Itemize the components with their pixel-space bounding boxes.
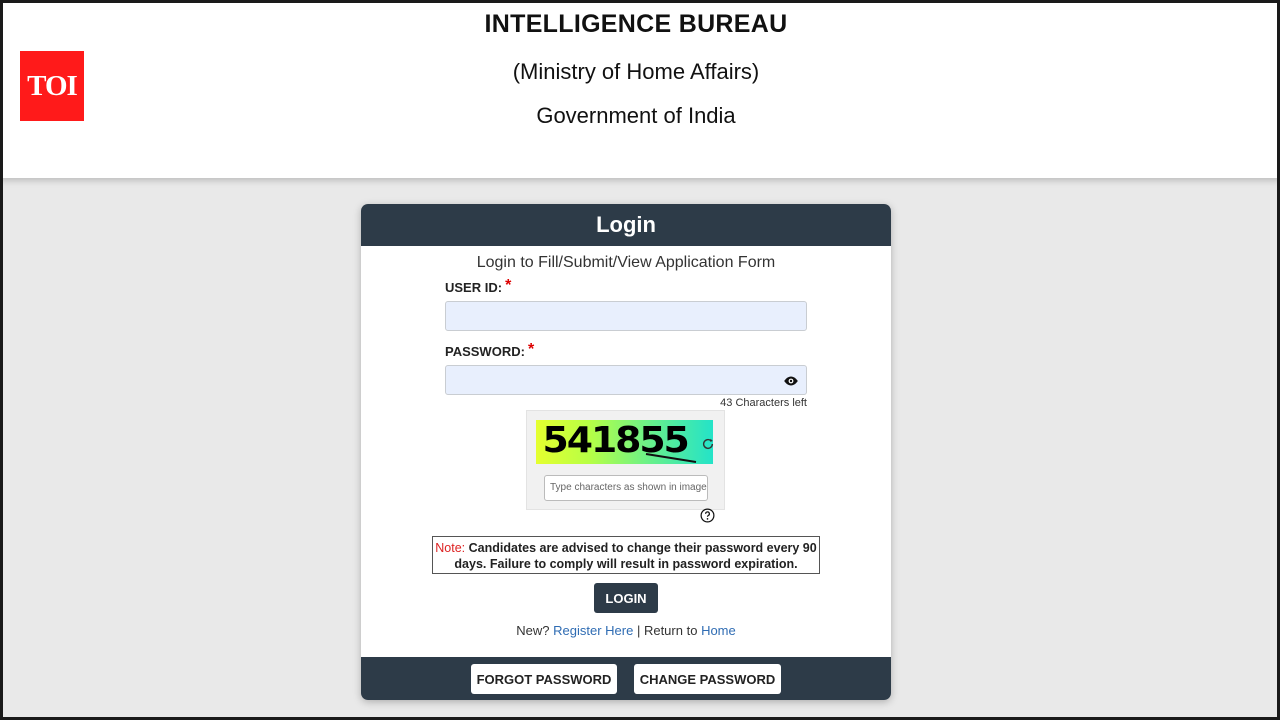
required-mark: *	[505, 277, 512, 294]
login-card: Login Login to Fill/Submit/View Applicat…	[361, 204, 891, 700]
required-mark: *	[527, 341, 535, 358]
captcha-image: 541855	[536, 420, 713, 464]
register-link[interactable]: Register Here	[553, 623, 633, 638]
new-text: New?	[516, 623, 550, 638]
eye-icon[interactable]	[782, 372, 800, 390]
register-line: New? Register Here | Return to Home	[361, 623, 891, 638]
captcha-box: 541855 Type characters as shown in image	[526, 410, 725, 510]
captcha-input[interactable]: Type characters as shown in image	[544, 475, 708, 501]
card-footer: FORGOT PASSWORD CHANGE PASSWORD	[361, 657, 891, 700]
separator: |	[636, 623, 641, 638]
login-heading: Login	[361, 204, 891, 246]
note-text: Candidates are advised to change their p…	[454, 541, 817, 571]
user-id-label-text: USER ID:	[445, 280, 503, 295]
password-input[interactable]	[445, 365, 807, 395]
password-label: PASSWORD: *	[445, 341, 535, 362]
header-title: INTELLIGENCE BUREAU	[484, 10, 788, 38]
help-icon[interactable]	[700, 508, 715, 523]
home-link[interactable]: Home	[701, 623, 736, 638]
site-header: TOI INTELLIGENCE BUREAU (Ministry of Hom…	[0, 0, 1280, 178]
password-note: Note: Candidates are advised to change t…	[432, 536, 820, 574]
user-id-input[interactable]	[445, 301, 807, 331]
note-label: Note:	[435, 541, 466, 555]
characters-left: 43 Characters left	[720, 397, 807, 409]
return-text: Return to	[643, 623, 698, 638]
change-password-button[interactable]: CHANGE PASSWORD	[634, 664, 781, 694]
refresh-icon[interactable]	[701, 437, 715, 451]
login-subtitle: Login to Fill/Submit/View Application Fo…	[476, 254, 776, 271]
forgot-password-button[interactable]: FORGOT PASSWORD	[471, 664, 617, 694]
captcha-noise-line	[645, 453, 697, 463]
user-id-label: USER ID: *	[445, 277, 512, 298]
password-label-text: PASSWORD:	[445, 344, 525, 359]
header-government: Government of India	[536, 103, 736, 128]
login-button[interactable]: LOGIN	[594, 583, 658, 613]
header-ministry: (Ministry of Home Affairs)	[512, 59, 760, 84]
